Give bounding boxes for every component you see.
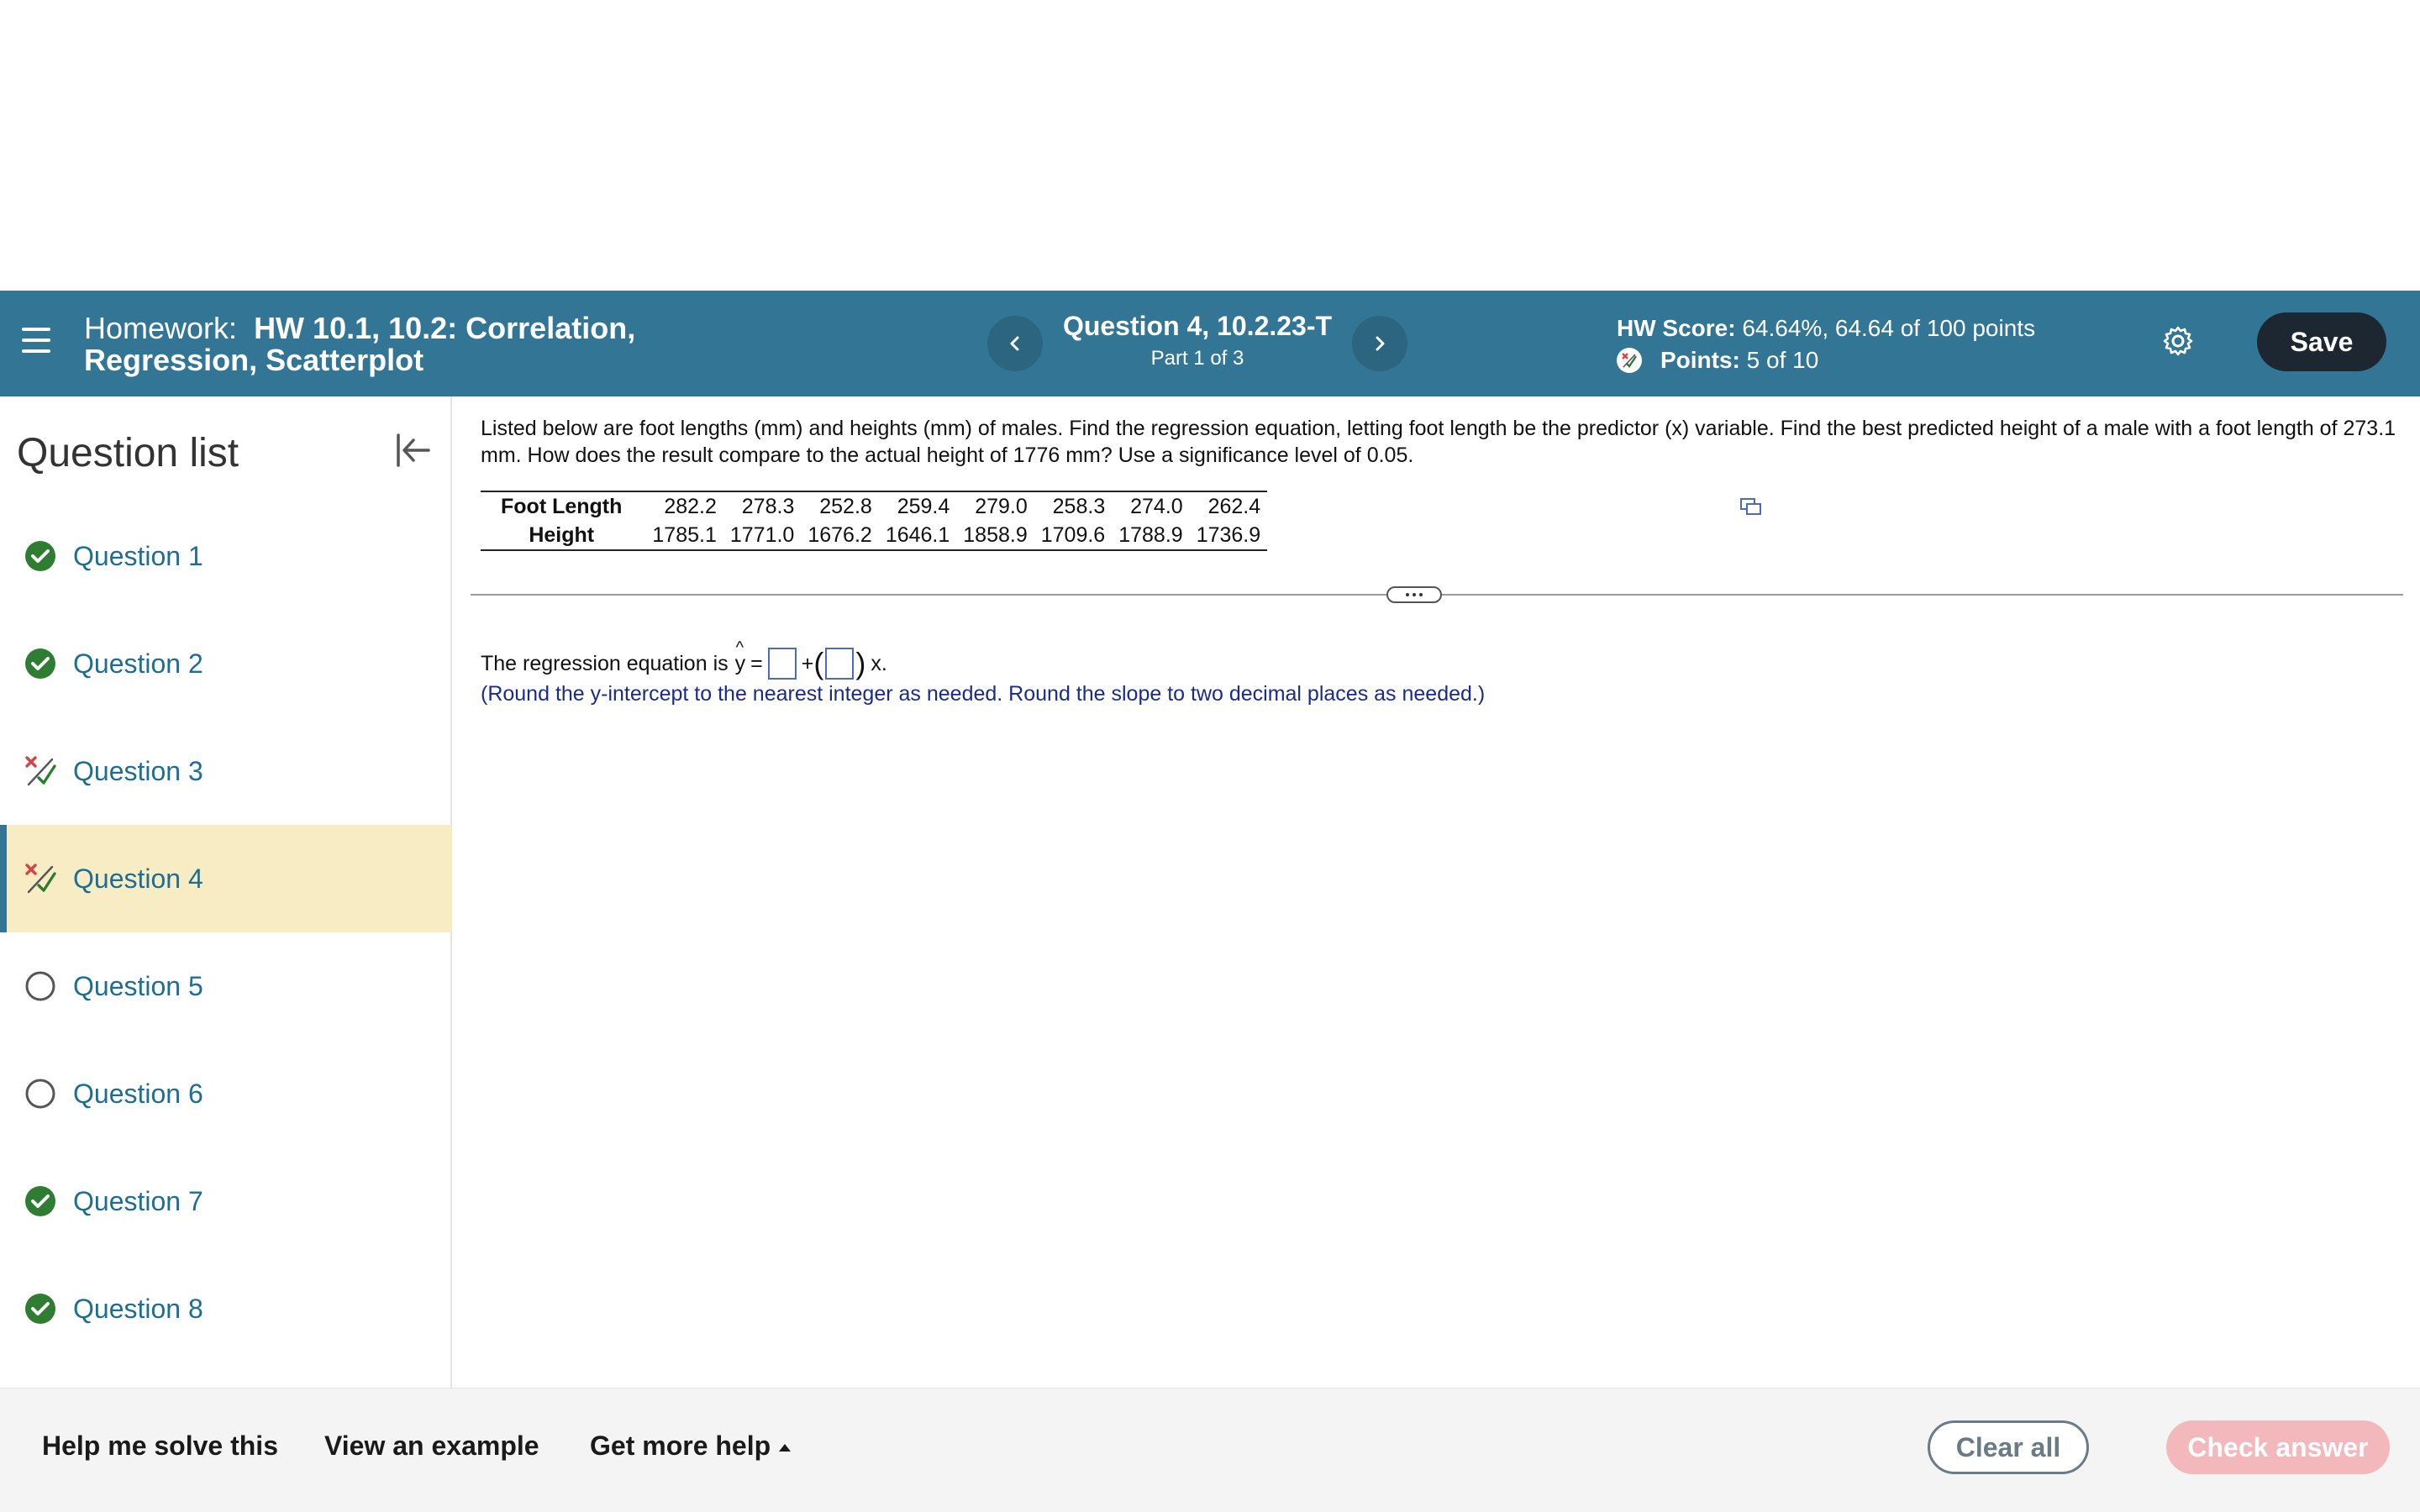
table-cell: 252.8 [819, 495, 872, 518]
check-answer-button[interactable]: Check answer [2166, 1420, 2390, 1474]
empty-circle-icon [24, 969, 57, 1003]
table-cell: 1736.9 [1196, 523, 1261, 547]
view-example-link[interactable]: View an example [324, 1431, 539, 1462]
next-question-button[interactable] [1352, 316, 1407, 371]
rounding-hint: (Round the y-intercept to the nearest in… [481, 682, 1486, 706]
sidebar-item-label: Question 6 [73, 1078, 203, 1109]
hw-score-value: 64.64%, 64.64 of 100 points [1742, 315, 2036, 341]
sidebar-item-label: Question 2 [73, 648, 203, 679]
sidebar-item-label: Question 3 [73, 755, 203, 786]
table-cell: 258.3 [1052, 495, 1106, 518]
question-info: Question 4, 10.2.23-T Part 1 of 3 [1050, 309, 1344, 373]
help-me-solve-link[interactable]: Help me solve this [42, 1431, 278, 1462]
check-circle-icon [24, 647, 57, 680]
hw-score: HW Score: 64.64%, 64.64 of 100 points [1617, 312, 2087, 344]
question-title: Question 4, 10.2.23-T [1062, 311, 1333, 341]
sidebar-item-question-8[interactable]: Question 8 [0, 1255, 452, 1362]
intercept-input[interactable] [767, 648, 797, 680]
sidebar-item-question-2[interactable]: Question 2 [0, 610, 452, 717]
homework-title: Homework: HW 10.1, 10.2: Correlation, Re… [84, 312, 723, 376]
data-table: Foot Length 282.2 278.3 252.8 259.4 279.0 258.… [481, 491, 1268, 551]
score-panel: HW Score: 64.64%, 64.64 of 100 points Po… [1617, 312, 2087, 376]
sidebar-item-question-1[interactable]: Question 1 [0, 502, 452, 610]
sidebar-item-question-4[interactable]: Question 4 [0, 825, 452, 932]
x-suffix: x. [871, 651, 887, 675]
sidebar-item-label: Question 1 [73, 540, 203, 571]
slope-input[interactable] [825, 648, 855, 680]
equals-sign: = [750, 651, 763, 675]
y-hat-symbol: y [735, 638, 746, 676]
check-circle-icon [24, 539, 57, 573]
clear-all-button[interactable]: Clear all [1928, 1420, 2089, 1474]
get-more-help-link[interactable]: Get more help [590, 1431, 792, 1462]
sidebar-title: Question list [17, 431, 239, 475]
points-label: Points: [1660, 347, 1740, 373]
table-row: Foot Length 282.2 278.3 252.8 259.4 279.0 258.… [481, 491, 1267, 521]
bottom-bar: Help me solve this View an example Get m… [0, 1388, 2420, 1512]
table-cell: 1788.9 [1118, 523, 1183, 547]
sidebar-item-label: Question 8 [73, 1293, 203, 1324]
table-cell: 259.4 [897, 495, 950, 518]
sidebar-item-question-3[interactable]: Question 3 [0, 717, 452, 825]
table-row: Height 1785.1 1771.0 1676.2 1646.1 1858.9 1709… [481, 521, 1267, 550]
table-cell: 262.4 [1207, 495, 1261, 518]
partial-credit-icon [24, 862, 57, 895]
table-cell: 1785.1 [652, 523, 717, 547]
collapse-left-icon[interactable] [393, 430, 434, 470]
question-list-sidebar: Question list Question 1 Question 2 Questi… [0, 396, 452, 1388]
table-cell: 279.0 [975, 495, 1028, 518]
question-part: Part 1 of 3 [1150, 347, 1244, 370]
chevron-right-icon [1376, 336, 1385, 351]
table-cell: 1709.6 [1040, 523, 1106, 547]
close-paren: ) [855, 646, 866, 680]
question-content: Listed below are foot lengths (mm) and h… [454, 396, 2420, 1388]
table-cell: 1676.2 [808, 523, 872, 547]
caret-up-icon [779, 1444, 792, 1452]
plus-sign: + [801, 651, 814, 675]
open-paren: ( [813, 646, 824, 680]
partial-credit-icon [24, 754, 57, 788]
sidebar-item-question-5[interactable]: Question 5 [0, 932, 452, 1040]
divider-drag-handle[interactable] [1386, 586, 1442, 603]
hamburger-icon[interactable] [22, 328, 50, 358]
table-cell: 1646.1 [885, 523, 950, 547]
table-cell: 1771.0 [729, 523, 795, 547]
points: Points: 5 of 10 [1617, 344, 2087, 376]
sidebar-item-label: Question 5 [73, 970, 203, 1001]
sidebar-item-question-7[interactable]: Question 7 [0, 1147, 452, 1255]
answer-line: The regression equation is y = + ( ) x. [481, 638, 887, 682]
save-button[interactable]: Save [2257, 312, 2386, 371]
row-header: Foot Length [501, 495, 623, 518]
table-cell: 282.2 [664, 495, 717, 518]
partial-credit-icon [1617, 348, 1642, 373]
get-more-help-label: Get more help [590, 1431, 771, 1461]
table-cell: 274.0 [1130, 495, 1183, 518]
previous-question-button[interactable] [987, 316, 1043, 371]
top-bar: Homework: HW 10.1, 10.2: Correlation, Re… [0, 291, 2420, 396]
sidebar-item-question-6[interactable]: Question 6 [0, 1040, 452, 1147]
copy-icon[interactable] [1739, 497, 1763, 517]
check-circle-icon [24, 1184, 57, 1218]
empty-circle-icon [24, 1077, 57, 1110]
table-cell: 278.3 [741, 495, 795, 518]
table-cell: 1858.9 [963, 523, 1028, 547]
answer-lead: The regression equation is [481, 651, 729, 675]
check-circle-icon [24, 1292, 57, 1326]
chevron-left-icon [1010, 336, 1019, 351]
sidebar-item-label: Question 4 [73, 863, 203, 894]
question-prompt: Listed below are foot lengths (mm) and h… [481, 417, 2396, 467]
gear-icon[interactable] [2161, 324, 2195, 358]
row-header: Height [529, 523, 595, 547]
homework-prefix: Homework: [84, 311, 238, 345]
hw-score-label: HW Score: [1617, 315, 1736, 341]
points-value: 5 of 10 [1746, 347, 1819, 373]
sidebar-item-label: Question 7 [73, 1185, 203, 1216]
